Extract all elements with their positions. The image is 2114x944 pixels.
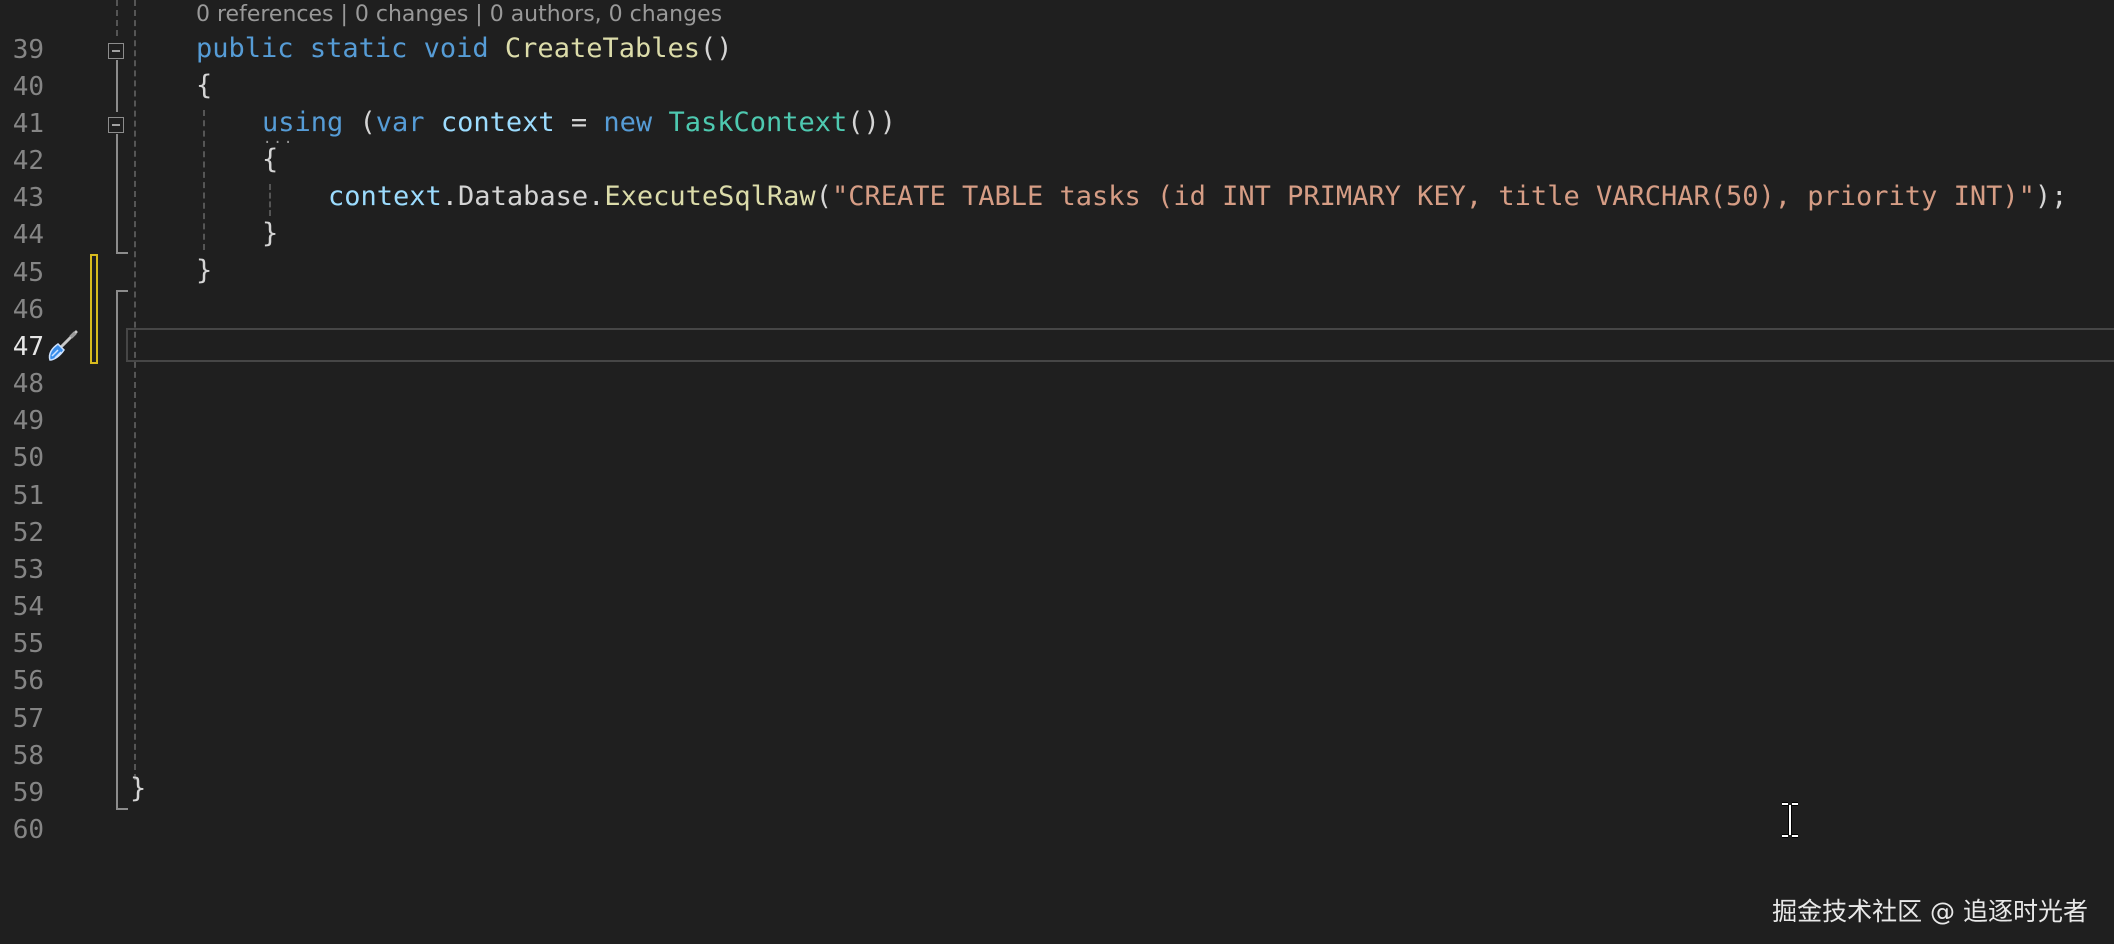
punctuation-token: ( [815,181,832,212]
string-token: "CREATE TABLE tasks (id INT PRIMARY KEY,… [831,181,2035,212]
outline-bracket-end [116,808,128,810]
variable-token: context [328,181,442,212]
outline-bracket [116,290,118,810]
keyword-token: var [375,107,425,138]
outline-bracket [116,60,118,112]
type-token: TaskContext [668,107,848,138]
codelens-info[interactable]: 0 references | 0 changes | 0 authors, 0 … [196,0,722,30]
line-number: 51 [12,481,44,511]
keyword-token: static [309,33,408,64]
brace-token: } [196,255,213,286]
brace-token: { [196,70,213,101]
current-line-highlight [126,328,2114,362]
variable-token: context [440,107,555,138]
line-number: 58 [12,741,44,771]
punctuation-token: ( [343,107,376,138]
line-number: 53 [12,555,44,585]
line-number: 43 [12,183,44,213]
code-line-59[interactable]: } [130,770,146,807]
punctuation-token: ()) [847,107,897,138]
brace-token: } [130,773,147,804]
line-number: 44 [12,220,44,250]
outline-bracket-end [116,252,128,254]
punctuation-token: = [554,107,604,138]
line-number: 55 [12,629,44,659]
line-number: 48 [12,369,44,399]
keyword-token: new [603,107,653,138]
method-name-token: ExecuteSqlRaw [604,181,816,212]
punctuation-token: () [700,33,733,64]
keyword-token: using [262,107,344,138]
line-number: 39 [12,35,44,65]
keyword-token: void [423,33,489,64]
code-line-40[interactable]: { [196,67,212,104]
line-number: 40 [12,72,44,102]
line-number: 49 [12,406,44,436]
outline-bracket [116,134,118,252]
line-number: 46 [12,295,44,325]
punctuation-token: .Database. [441,181,605,212]
code-line-44[interactable]: } [262,215,278,252]
indent-guide [203,110,205,250]
line-number: 42 [12,146,44,176]
line-number: 45 [12,258,44,288]
outline-guide [134,0,136,780]
line-number-active: 47 [12,332,44,362]
line-number: 59 [12,778,44,808]
code-line-43[interactable]: context.Database.ExecuteSqlRaw("CREATE T… [328,178,2067,215]
brace-token: { [262,144,279,175]
line-number: 41 [12,109,44,139]
collapse-icon[interactable] [108,117,124,133]
keyword-token: public [196,33,294,64]
line-number: 56 [12,666,44,696]
watermark: 掘金技术社区 @ 追逐时光者 [1772,897,2088,926]
code-line-41[interactable]: using (var context = new TaskContext()) [262,104,896,141]
code-cleanup-brush-icon[interactable] [44,328,80,364]
collapse-icon[interactable] [108,43,124,59]
code-line-45[interactable]: } [196,252,212,289]
indent-guide [269,184,271,216]
method-name-token: CreateTables [504,33,700,64]
outline-guide [116,0,118,36]
code-editor[interactable]: 0 references | 0 changes | 0 authors, 0 … [0,0,2114,944]
line-number: 52 [12,518,44,548]
line-number: 60 [12,815,44,845]
line-number: 50 [12,443,44,473]
code-line-39[interactable]: public static void CreateTables() [196,30,733,67]
brace-token: } [262,218,279,249]
line-number: 54 [12,592,44,622]
line-number: 57 [12,704,44,734]
punctuation-token: ); [2034,181,2068,212]
text-cursor-icon [1782,802,1798,838]
change-indicator [90,254,98,364]
code-line-42[interactable]: { [262,141,278,178]
